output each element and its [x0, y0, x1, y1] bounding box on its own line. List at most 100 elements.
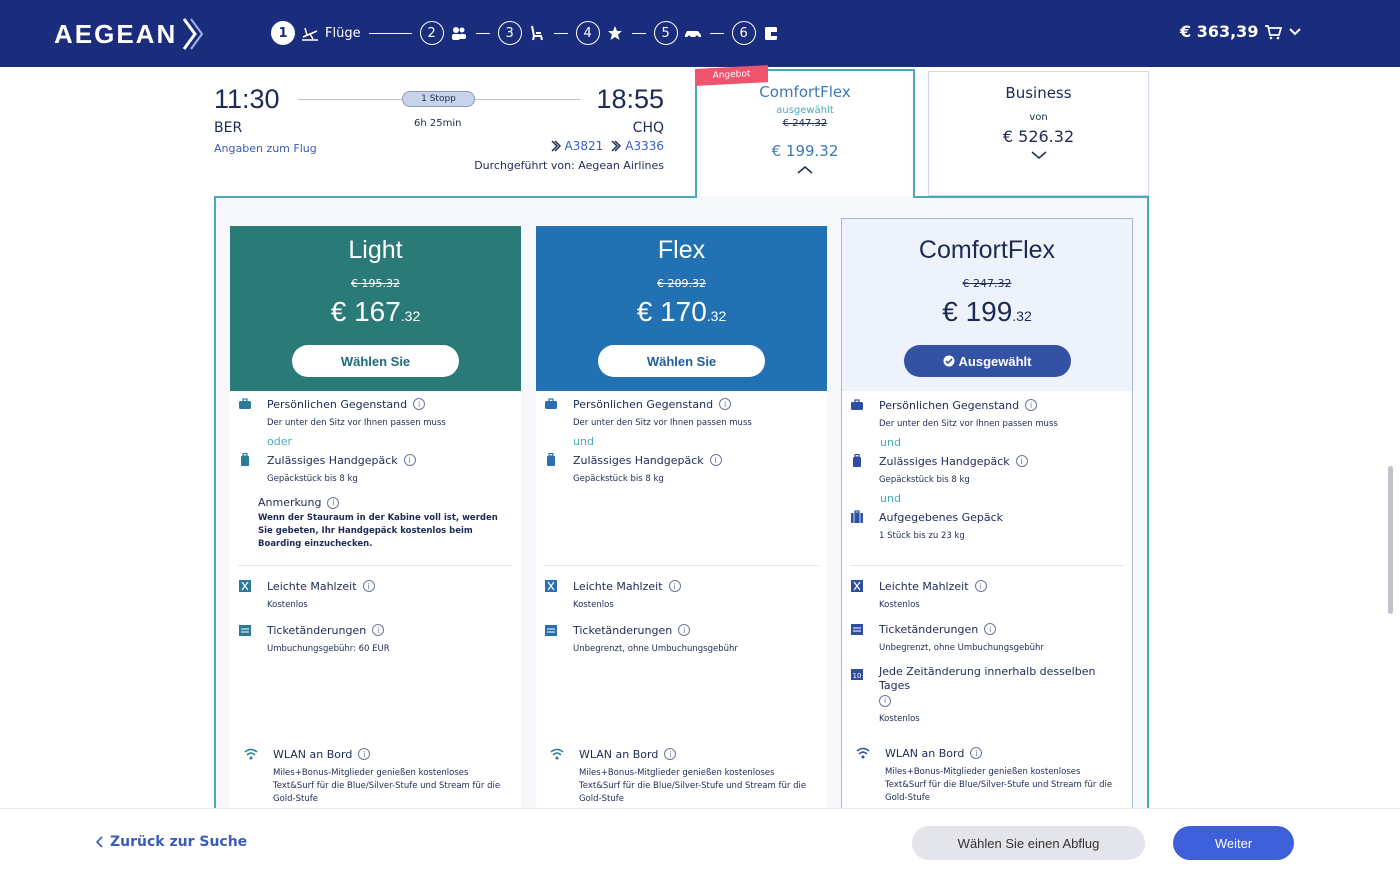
fare-card-header: Light € 195.32 € 167.32 Wählen Sie	[230, 226, 521, 391]
feature-hand-luggage: Zulässiges Handgepäck i Gepäckstück bis 8…	[238, 453, 513, 486]
operated-by: Durchgeführt von: Aegean Airlines	[474, 159, 664, 172]
flight-number-1[interactable]: A3821	[565, 139, 604, 153]
logo-mark-icon	[183, 18, 204, 50]
fare-price: € 199.32	[842, 296, 1132, 328]
chevron-down-icon	[1289, 27, 1302, 35]
info-icon[interactable]: i	[1025, 399, 1038, 411]
fare-name: Flex	[657, 236, 706, 264]
fare-price-main: € 167	[330, 296, 401, 327]
info-icon[interactable]: i	[372, 624, 385, 636]
feature-subtext: Kostenlos	[879, 714, 920, 724]
fare-price: € 170.32	[536, 296, 827, 328]
flight-numbers: A3821 A3336	[550, 139, 664, 153]
calendar-icon	[851, 624, 863, 635]
fare-tab-business[interactable]: Business von € 526.32	[928, 71, 1149, 196]
chevron-down-icon	[1031, 151, 1046, 159]
note-body: Wenn der Stauraum in der Kabine voll ist…	[258, 513, 498, 549]
feature-subtext: Unbegrenzt, ohne Umbuchungsgebühr	[573, 644, 738, 654]
feature-hand-luggage: Zulässiges Handgepäck i Gepäckstück bis 8…	[544, 453, 819, 486]
fare-tab-comfortflex[interactable]: ComfortFlex ausgewählt € 247.32 € 199.32	[695, 69, 915, 199]
tab-comfort-price: € 199.32	[771, 142, 839, 160]
info-icon[interactable]: i	[664, 748, 677, 760]
step-3-circle[interactable]: 3	[497, 21, 522, 45]
step-6-circle[interactable]: 6	[731, 21, 756, 45]
info-icon[interactable]: i	[984, 623, 997, 635]
luggage-icon	[241, 453, 249, 466]
feature-subtext: Der unter den Sitz vor Ihnen passen muss	[879, 419, 1058, 429]
info-icon[interactable]: i	[362, 580, 375, 592]
wifi-icon	[244, 748, 258, 760]
selected-comfortflex-button[interactable]: Ausgewählt	[903, 345, 1071, 377]
briefcase-icon	[851, 399, 863, 410]
page-scrollbar[interactable]	[1388, 466, 1393, 614]
choose-departure-button[interactable]: Wählen Sie einen Abflug	[912, 826, 1145, 860]
info-icon[interactable]: i	[668, 580, 681, 592]
feature-title: WLAN an Bord	[885, 746, 965, 760]
fare-price-cents: .32	[1012, 308, 1032, 324]
step-5-circle[interactable]: 5	[653, 21, 678, 45]
stops-badge: 1 Stopp	[402, 91, 475, 107]
info-icon[interactable]: i	[879, 695, 891, 707]
step-2-circle[interactable]: 2	[419, 21, 444, 45]
bottom-action-bar: Zurück zur Suche Wählen Sie einen Abflug…	[0, 808, 1400, 875]
info-icon[interactable]: i	[970, 747, 983, 759]
next-button[interactable]: Weiter	[1173, 826, 1294, 860]
info-icon[interactable]: i	[709, 454, 722, 466]
wifi-icon	[856, 747, 870, 759]
passengers-icon	[451, 27, 466, 40]
feature-title: Persönlichen Gegenstand	[879, 398, 1020, 412]
step-connector	[368, 32, 412, 34]
step-1-label: Flüge	[325, 25, 361, 41]
feature-title: Ticketänderungen	[573, 623, 673, 637]
cart-total: € 363,39	[1180, 22, 1259, 41]
feature-ticket-changes: Ticketänderungen i Unbegrenzt, ohne Umbuc…	[544, 623, 819, 656]
fare-price-main: € 199	[942, 296, 1013, 327]
info-icon[interactable]: i	[403, 454, 416, 466]
info-icon[interactable]: i	[358, 748, 371, 760]
cart-summary[interactable]: € 363,39	[1180, 22, 1302, 41]
top-bar: AEGEAN 1 Flüge 2 3 4 5 6 € 363,39	[0, 0, 1400, 67]
step-4-circle[interactable]: 4	[575, 21, 600, 45]
tab-business-name: Business	[1005, 84, 1072, 102]
booking-steps: 1 Flüge 2 3 4 5 6	[271, 21, 780, 45]
step-connector	[709, 32, 724, 34]
feature-subtext: Gepäckstück bis 8 kg	[573, 474, 664, 484]
select-flex-button[interactable]: Wählen Sie	[598, 345, 765, 377]
info-icon[interactable]: i	[327, 496, 340, 509]
feature-title: Zulässiges Handgepäck	[879, 454, 1010, 468]
logo-text: AEGEAN	[54, 18, 178, 49]
feature-subtext: 1 Stück bis zu 23 kg	[879, 531, 965, 541]
flight-number-2[interactable]: A3336	[625, 139, 664, 153]
feature-subtext: Kostenlos	[267, 600, 308, 610]
calendar-icon	[239, 625, 251, 636]
aegean-logo[interactable]: AEGEAN	[54, 17, 205, 51]
select-light-button[interactable]: Wählen Sie	[292, 345, 459, 377]
info-icon[interactable]: i	[719, 398, 732, 410]
suitcase-icon	[851, 510, 863, 523]
meal-icon	[239, 580, 251, 592]
info-icon[interactable]: i	[678, 624, 691, 636]
feature-wifi: WLAN an Bord i Miles+Bonus-Mitglieder gen…	[244, 747, 513, 806]
step-1-circle[interactable]: 1	[271, 21, 295, 45]
info-icon[interactable]: i	[1015, 455, 1028, 467]
back-to-search-link[interactable]: Zurück zur Suche	[96, 834, 247, 850]
fare-price-cents: .32	[706, 308, 727, 324]
divider	[850, 565, 1124, 566]
info-icon[interactable]: i	[413, 398, 426, 410]
conjunction: und	[880, 436, 901, 449]
check-circle-icon	[943, 355, 955, 367]
feature-title: Persönlichen Gegenstand	[573, 397, 714, 411]
feature-title: Persönlichen Gegenstand	[267, 397, 408, 411]
fare-old-price: € 209.32	[657, 277, 706, 290]
feature-hand-luggage: Zulässiges Handgepäck i Gepäckstück bis 8…	[850, 454, 1124, 487]
feature-subtext: Der unter den Sitz vor Ihnen passen muss	[267, 418, 446, 428]
aegean-mark-icon	[611, 140, 622, 152]
meal-icon	[851, 580, 863, 592]
flight-details-link[interactable]: Angaben zum Flug	[214, 142, 317, 155]
feature-subtext: Kostenlos	[879, 600, 920, 610]
fare-old-price: € 195.32	[351, 277, 400, 290]
feature-subtext: Gepäckstück bis 8 kg	[879, 475, 970, 485]
feature-wifi: WLAN an Bord i Miles+Bonus-Mitglieder gen…	[856, 746, 1124, 805]
info-icon[interactable]: i	[974, 580, 987, 592]
fare-price: € 167.32	[230, 296, 521, 328]
